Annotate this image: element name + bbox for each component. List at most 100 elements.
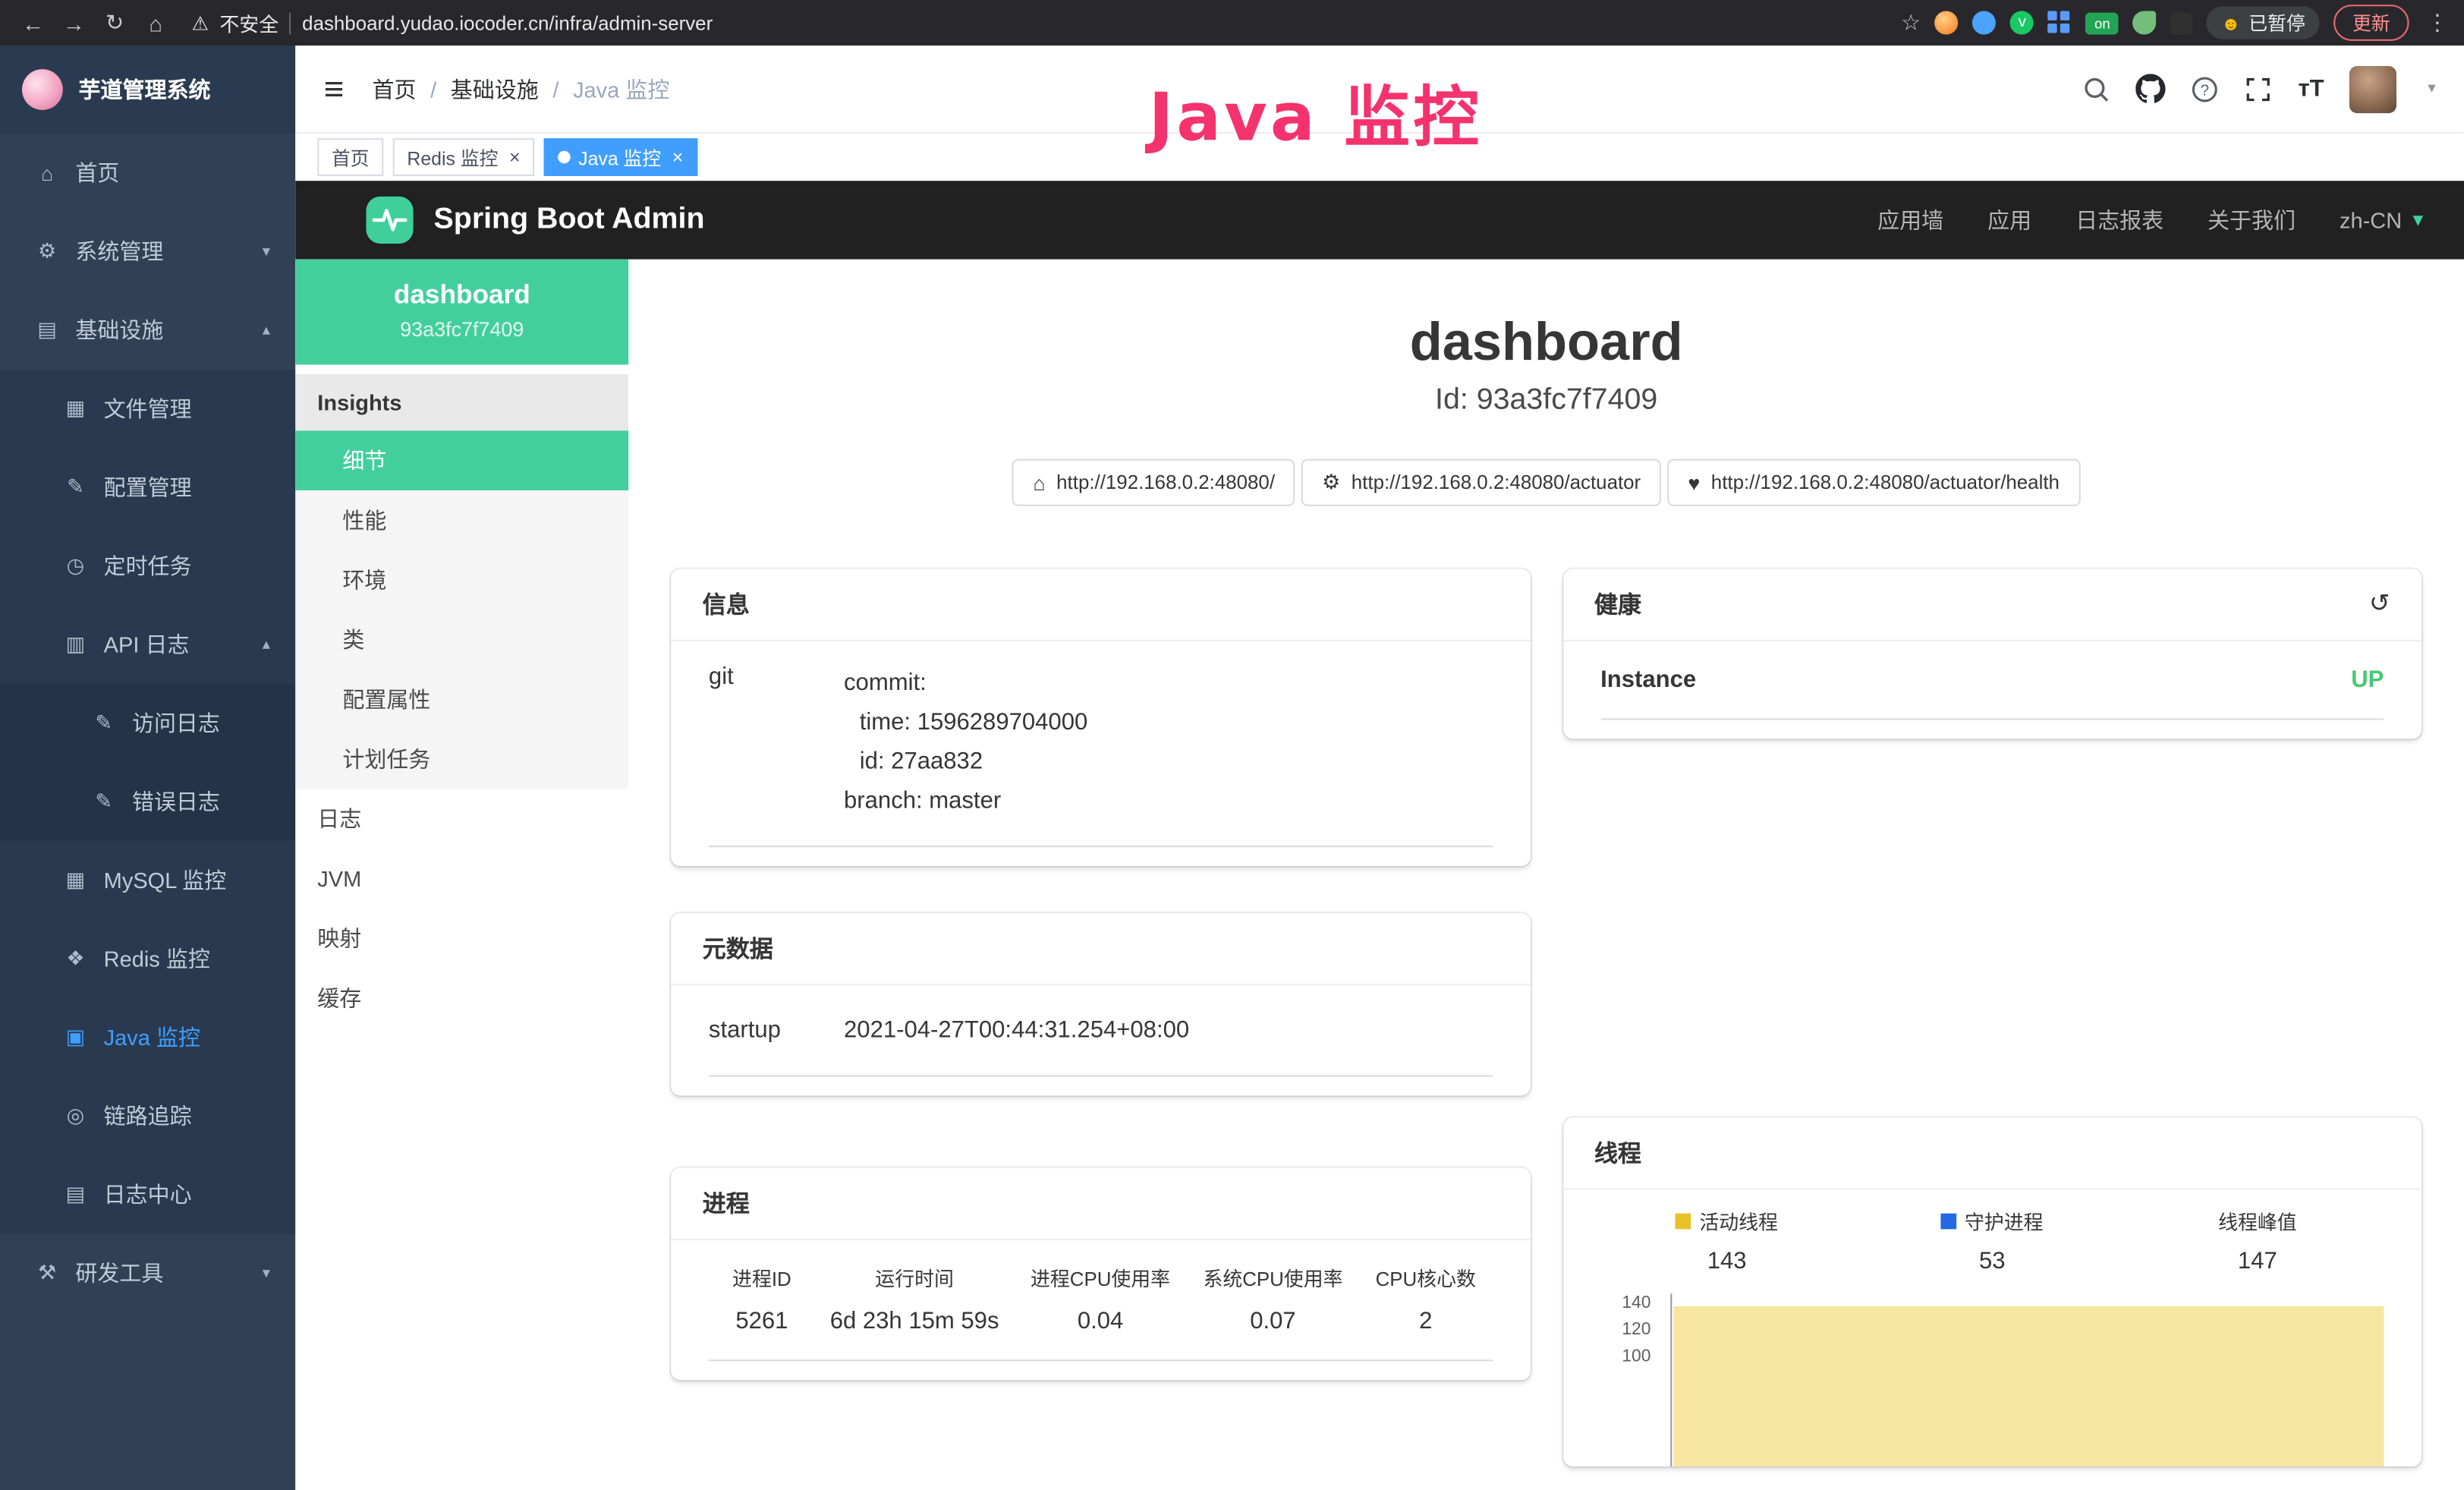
bookmark-star-icon[interactable]: ☆ [1901,9,1921,36]
forward-icon[interactable]: → [57,10,92,35]
process-value: 6d 23h 15m 59s [815,1298,1014,1337]
threads-legend-label: 守护进程 [1859,1205,2125,1235]
sba-nav-applications[interactable]: 应用 [1987,204,2031,235]
search-icon[interactable] [2083,74,2111,102]
history-icon[interactable]: ↺ [2369,592,2390,617]
fullscreen-icon[interactable] [2245,74,2273,102]
health-row: Instance UP [1600,641,2384,720]
extension-icon[interactable] [1973,11,1997,34]
instance-link-button[interactable]: ♥http://192.168.0.2:48080/actuator/healt… [1667,459,2079,506]
health-card-title: 健康 [1594,587,1641,620]
sidebar-item-log-center[interactable]: ▤日志中心 [0,1155,295,1234]
sidebar-item-dev-tools[interactable]: ⚒研发工具▾ [0,1234,295,1313]
sba-logo-icon [364,195,414,245]
instance-nav-metrics[interactable]: 性能 [295,490,628,550]
sidebar-item-scheduled-tasks[interactable]: ◷定时任务 [0,527,295,606]
error-logs-icon: ✎ [91,789,116,814]
instance-nav-environment[interactable]: 环境 [295,550,628,610]
close-icon[interactable]: × [672,148,684,167]
chevron-icon: ▾ [263,243,270,260]
process-column-header: CPU核心数 [1359,1256,1492,1299]
avatar-caret-icon[interactable]: ▾ [2428,80,2435,98]
extensions-puzzle-icon[interactable] [2170,12,2192,34]
locale-selector[interactable]: zh-CN ▾ [2340,207,2423,232]
threads-card-title: 线程 [1594,1136,1641,1169]
tab-java-monitor[interactable]: Java 监控× [544,138,697,176]
sidebar-item-config-management[interactable]: ✎配置管理 [0,448,295,527]
url-text[interactable]: dashboard.yudao.iocoder.cn/infra/admin-s… [302,12,713,34]
face-icon: ☻ [2221,12,2241,34]
app-logo-row[interactable]: 芋道管理系统 [0,46,295,134]
extension-icon[interactable] [1935,11,1959,34]
font-size-icon[interactable]: тT [2298,75,2324,102]
info-card: 信息 git commit:time: 1596289704000id: 27a… [671,569,1530,866]
sidebar-item-infrastructure[interactable]: ▤基础设施▴ [0,291,295,370]
sba-nav-journal[interactable]: 日志报表 [2075,204,2163,235]
sidebar-item-api-logs[interactable]: ▥API 日志▴ [0,605,295,684]
sba-nav-about[interactable]: 关于我们 [2208,204,2296,235]
process-value: 0.04 [1014,1298,1186,1337]
extension-on-badge[interactable]: on [2086,12,2119,34]
axis-tick-label: 100 [1622,1347,1651,1366]
right-column: 健康 ↺ Instance UP [1562,569,2422,1466]
instance-nav-mappings[interactable]: 映射 [295,909,628,969]
extension-grid-icon[interactable] [2048,11,2072,34]
sidebar-item-java-monitor[interactable]: ▣Java 监控 [0,998,295,1077]
sidebar-item-trace[interactable]: ◎链路追踪 [0,1076,295,1155]
help-icon[interactable]: ? [2192,74,2220,102]
sidebar-item-mysql-monitor[interactable]: ▦MySQL 监控 [0,841,295,920]
sidebar-item-redis-monitor[interactable]: ❖Redis 监控 [0,919,295,998]
instance-nav-details[interactable]: 细节 [295,430,628,490]
scheduled-tasks-icon: ◷ [63,553,88,578]
chart-y-axis: 140120100 [1594,1293,1666,1466]
health-card: 健康 ↺ Instance UP [1562,569,2422,739]
sba-brand[interactable]: Spring Boot Admin [364,195,704,245]
info-line: commit: [844,663,1087,703]
reload-icon[interactable]: ↻ [97,9,132,36]
system-management-icon: ⚙ [35,239,60,264]
breadcrumb-item[interactable]: 首页 [372,73,450,104]
address-bar[interactable]: ⚠ 不安全 dashboard.yudao.iocoder.cn/infra/a… [192,8,1895,37]
sidebar-item-error-logs[interactable]: ✎ 错误日志 [0,762,295,841]
security-warning[interactable]: 不安全 [219,8,278,37]
update-button[interactable]: 更新 [2333,5,2409,41]
app-main-area: Java 监控 ≡ 首页 基础设施 Java 监控 ? [295,46,2464,1490]
sidebar-item-label: 错误日志 [132,786,220,817]
breadcrumb-item[interactable]: 基础设施 [451,73,573,104]
tab-redis-monitor[interactable]: Redis 监控× [393,138,534,176]
java-monitor-icon: ▣ [63,1025,88,1050]
sidebar-item-access-logs[interactable]: ✎访问日志 [0,684,295,763]
close-icon[interactable]: × [509,148,521,167]
instance-nav-caches[interactable]: 缓存 [295,969,628,1029]
threads-legend-label: 活动线程 [1594,1205,1860,1235]
browser-menu-icon[interactable]: ⋮ [2426,9,2448,36]
app-logo [22,69,63,110]
instance-menu: 日志JVM映射缓存 [295,789,628,1029]
tab-home[interactable]: 首页 [317,138,383,176]
github-icon[interactable] [2136,74,2166,103]
extension-icon[interactable] [2133,11,2157,34]
instance-nav-jvm[interactable]: JVM [295,849,628,909]
instance-nav-scheduled-tasks[interactable]: 计划任务 [295,729,628,789]
menu-toggle-icon[interactable]: ≡ [324,71,345,106]
sidebar-item-label: 首页 [75,157,119,188]
user-avatar[interactable] [2349,65,2396,112]
instance-nav-classes[interactable]: 类 [295,610,628,669]
sba-nav-wallboard[interactable]: 应用墙 [1877,204,1943,235]
sidebar-item-system-management[interactable]: ⚙系统管理▾ [0,213,295,291]
instance-nav-config-properties[interactable]: 配置属性 [295,669,628,729]
instance-link-button[interactable]: ⌂http://192.168.0.2:48080/ [1012,459,1295,506]
paused-badge[interactable]: ☻ 已暂停 [2207,6,2319,39]
redis-monitor-icon: ❖ [63,947,88,972]
back-icon[interactable]: ← [16,10,51,35]
instance-nav-logs[interactable]: 日志 [295,789,628,849]
config-management-icon: ✎ [63,474,88,499]
metadata-card-title: 元数据 [703,932,773,965]
instance-header[interactable]: dashboard 93a3fc7f7409 [295,260,628,365]
instance-link-button[interactable]: ⚙http://192.168.0.2:48080/actuator [1301,459,1661,506]
left-column: 信息 git commit:time: 1596289704000id: 27a… [671,569,1530,1381]
browser-home-icon[interactable]: ⌂ [138,10,173,35]
extension-icon[interactable]: v [2010,11,2034,34]
sidebar-item-file-management[interactable]: ▦文件管理 [0,370,295,449]
sidebar-item-home[interactable]: ⌂首页 [0,134,295,213]
